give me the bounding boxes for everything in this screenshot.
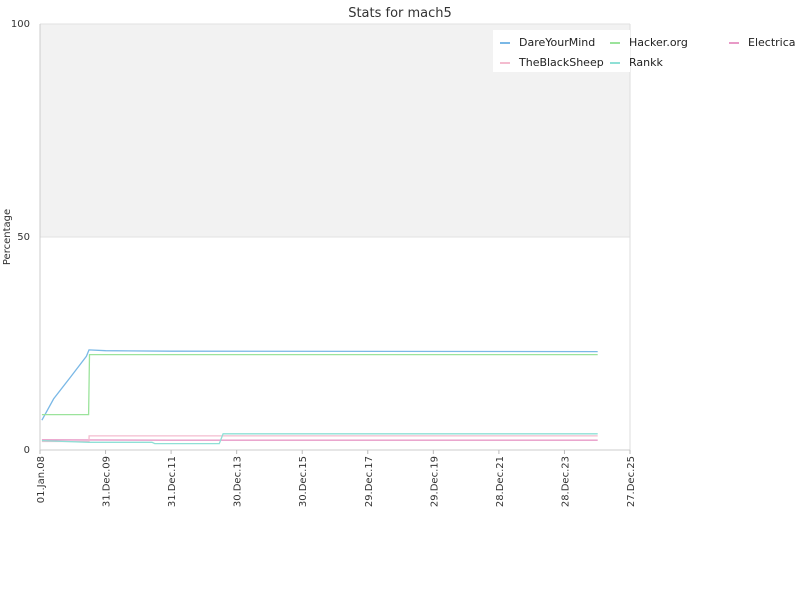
legend-label: TheBlackSheep (518, 56, 604, 69)
x-tick-labels: 01.Jan.08 31.Dec.09 31.Dec.11 30.Dec.13 30.D… (36, 450, 637, 507)
x-tick-label: 29.Dec.17 (364, 456, 375, 507)
x-tick-label: 28.Dec.21 (495, 456, 506, 507)
x-tick-label: 28.Dec.23 (560, 456, 571, 507)
legend-item: Electrica (729, 36, 796, 49)
y-tick-label: 100 (11, 19, 30, 30)
legend-label: Hacker.org (629, 36, 688, 49)
x-tick-label: 29.Dec.19 (429, 456, 440, 507)
legend-label: Electrica (748, 36, 796, 49)
x-tick-label: 01.Jan.08 (36, 456, 47, 503)
x-tick-label: 30.Dec.15 (298, 456, 309, 507)
y-tick-labels: 0 50 100 (11, 19, 30, 456)
chart-title: Stats for mach5 (348, 6, 452, 21)
y-tick-label: 0 (24, 445, 30, 456)
y-tick-label: 50 (17, 232, 30, 243)
y-axis-label: Percentage (2, 209, 13, 265)
x-tick-label: 27.Dec.25 (626, 456, 637, 507)
line-chart: 0 50 100 01.Jan.08 31.Dec.09 31.Dec.11 30.Dec… (2, 6, 796, 507)
legend: DareYourMind Hacker.org Electrica TheBlackS… (493, 30, 796, 72)
x-tick-label: 30.Dec.13 (233, 456, 244, 507)
legend-label: Rankk (629, 56, 663, 69)
x-tick-label: 31.Dec.11 (167, 456, 178, 507)
legend-label: DareYourMind (519, 36, 595, 49)
x-tick-label: 31.Dec.09 (102, 456, 113, 507)
